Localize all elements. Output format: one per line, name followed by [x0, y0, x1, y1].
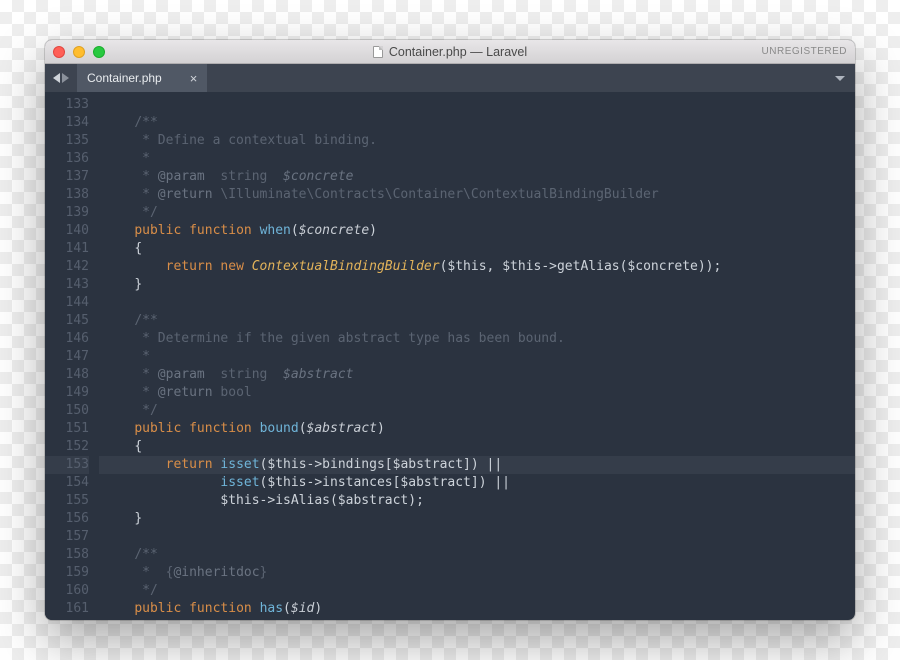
code-line[interactable]: * {@inheritdoc}	[99, 564, 855, 582]
zoom-window-button[interactable]	[93, 46, 105, 58]
tab-label: Container.php	[87, 71, 162, 85]
code-line[interactable]: {	[99, 438, 855, 456]
nav-forward-icon[interactable]	[62, 73, 69, 83]
code-line[interactable]: /**	[99, 312, 855, 330]
line-number: 142	[45, 258, 89, 276]
app-window: Container.php — Laravel UNREGISTERED Con…	[45, 40, 855, 620]
line-number: 153	[45, 456, 89, 474]
code-line[interactable]: * @return \Illuminate\Contracts\Containe…	[99, 186, 855, 204]
code-line[interactable]: public function bound($abstract)	[99, 420, 855, 438]
code-line[interactable]: {	[99, 618, 855, 620]
line-number: 157	[45, 528, 89, 546]
code-line[interactable]: {	[99, 240, 855, 258]
code-line[interactable]: }	[99, 510, 855, 528]
code-line[interactable]: }	[99, 276, 855, 294]
tab-active[interactable]: Container.php ×	[77, 64, 208, 92]
line-number: 154	[45, 474, 89, 492]
line-number: 147	[45, 348, 89, 366]
code-line[interactable]: /**	[99, 114, 855, 132]
code-line[interactable]: */	[99, 582, 855, 600]
line-number: 155	[45, 492, 89, 510]
line-number: 140	[45, 222, 89, 240]
code-line[interactable]: */	[99, 204, 855, 222]
nav-buttons	[45, 64, 77, 92]
line-number: 156	[45, 510, 89, 528]
code-line[interactable]: * @param string $abstract	[99, 366, 855, 384]
line-number: 162	[45, 618, 89, 620]
line-number: 160	[45, 582, 89, 600]
nav-back-icon[interactable]	[53, 73, 60, 83]
line-number: 152	[45, 438, 89, 456]
document-icon	[373, 46, 383, 58]
line-number: 151	[45, 420, 89, 438]
line-number-gutter: 1331341351361371381391401411421431441451…	[45, 92, 99, 620]
line-number: 133	[45, 96, 89, 114]
line-number: 138	[45, 186, 89, 204]
code-line[interactable]: $this->isAlias($abstract);	[99, 492, 855, 510]
line-number: 148	[45, 366, 89, 384]
line-number: 134	[45, 114, 89, 132]
code-line[interactable]: public function has($id)	[99, 600, 855, 618]
code-area[interactable]: /** * Define a contextual binding. * * @…	[99, 92, 855, 620]
window-title-text: Container.php — Laravel	[389, 45, 527, 59]
code-line[interactable]: * @param string $concrete	[99, 168, 855, 186]
code-line[interactable]: isset($this->instances[$abstract]) ||	[99, 474, 855, 492]
code-line[interactable]: *	[99, 348, 855, 366]
line-number: 137	[45, 168, 89, 186]
code-line[interactable]: *	[99, 150, 855, 168]
close-window-button[interactable]	[53, 46, 65, 58]
code-line[interactable]: public function when($concrete)	[99, 222, 855, 240]
window-title: Container.php — Laravel	[45, 45, 855, 59]
line-number: 139	[45, 204, 89, 222]
traffic-lights	[53, 46, 105, 58]
line-number: 150	[45, 402, 89, 420]
code-line[interactable]: return new ContextualBindingBuilder($thi…	[99, 258, 855, 276]
minimize-window-button[interactable]	[73, 46, 85, 58]
line-number: 159	[45, 564, 89, 582]
code-line[interactable]	[99, 294, 855, 312]
line-number: 149	[45, 384, 89, 402]
editor[interactable]: 1331341351361371381391401411421431441451…	[45, 92, 855, 620]
line-number: 135	[45, 132, 89, 150]
line-number: 136	[45, 150, 89, 168]
line-number: 145	[45, 312, 89, 330]
code-line[interactable]: return isset($this->bindings[$abstract])…	[99, 456, 855, 474]
titlebar[interactable]: Container.php — Laravel UNREGISTERED	[45, 40, 855, 64]
tab-dropdown-button[interactable]	[825, 64, 855, 92]
line-number: 141	[45, 240, 89, 258]
tab-bar: Container.php ×	[45, 64, 855, 92]
chevron-down-icon	[835, 76, 845, 81]
code-line[interactable]: /**	[99, 546, 855, 564]
line-number: 144	[45, 294, 89, 312]
code-line[interactable]	[99, 96, 855, 114]
line-number: 143	[45, 276, 89, 294]
tab-close-icon[interactable]: ×	[190, 71, 198, 86]
line-number: 161	[45, 600, 89, 618]
code-line[interactable]	[99, 528, 855, 546]
code-line[interactable]: * Determine if the given abstract type h…	[99, 330, 855, 348]
code-line[interactable]: * @return bool	[99, 384, 855, 402]
line-number: 158	[45, 546, 89, 564]
code-line[interactable]: * Define a contextual binding.	[99, 132, 855, 150]
line-number: 146	[45, 330, 89, 348]
unregistered-label: UNREGISTERED	[762, 46, 847, 57]
code-line[interactable]: */	[99, 402, 855, 420]
